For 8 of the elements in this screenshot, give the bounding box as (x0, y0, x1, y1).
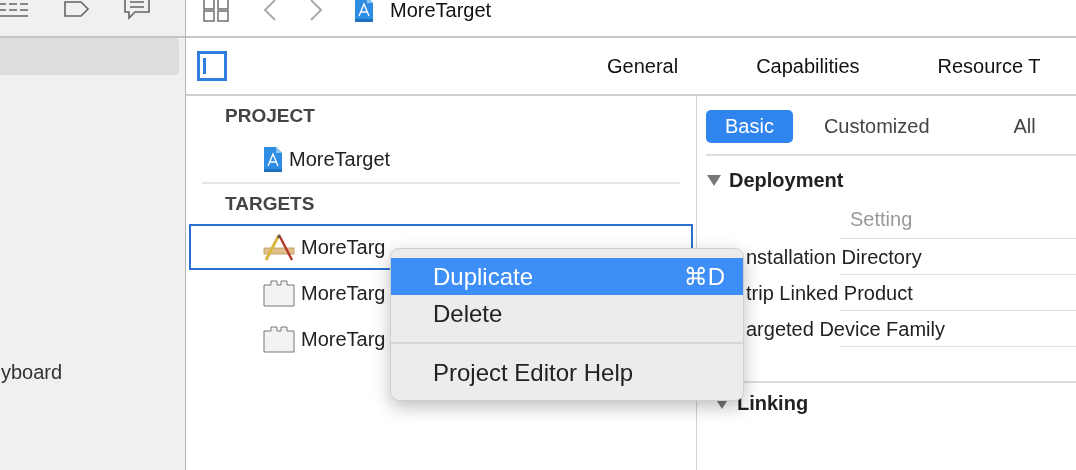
section-title: Linking (737, 391, 809, 415)
column-header: Setting (840, 200, 1076, 239)
setting-name: trip Linked Product (745, 282, 913, 304)
section-header: TARGETS (224, 192, 316, 216)
section-header: PROJECT (224, 104, 316, 128)
setting-name: argeted Device Family (745, 318, 945, 340)
setting-name: nstallation Directory (745, 246, 922, 268)
section-title: Deployment (729, 168, 844, 192)
